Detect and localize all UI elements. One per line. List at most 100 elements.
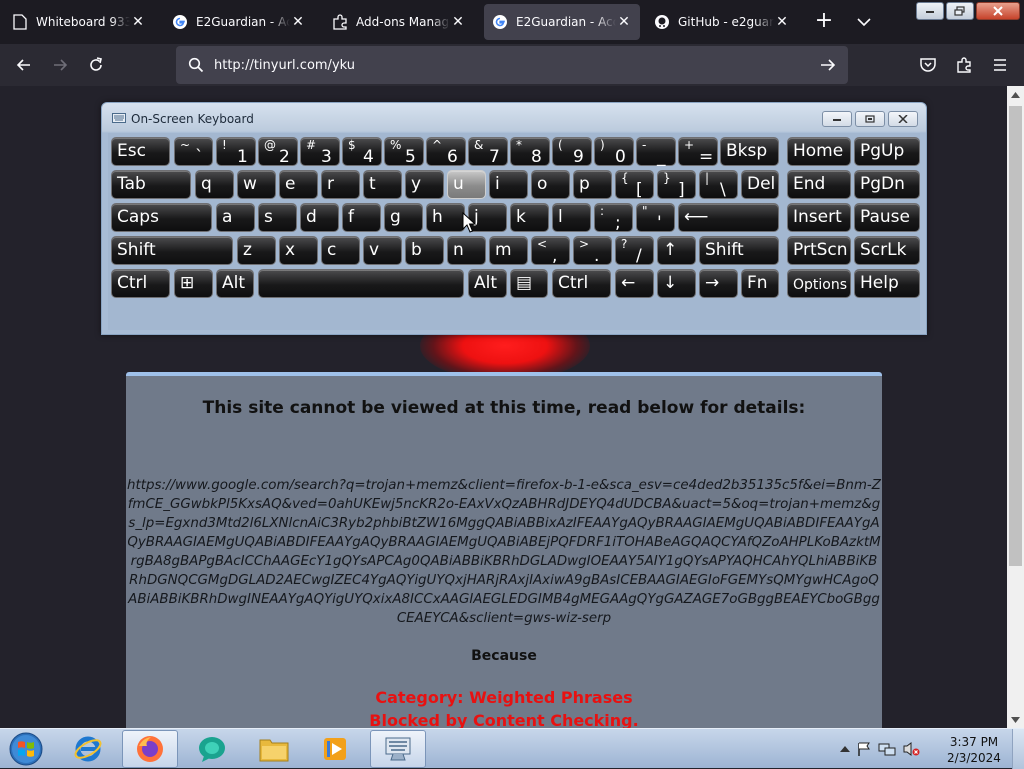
close-tab-icon[interactable]: ✕ <box>290 14 306 30</box>
restore-button[interactable] <box>946 2 974 20</box>
key-1-6[interactable]: y <box>405 170 444 199</box>
menu-button[interactable] <box>988 53 1012 77</box>
close-tab-icon[interactable]: ✕ <box>450 14 466 30</box>
osk-restore-button[interactable] <box>855 111 885 127</box>
key-1-3[interactable]: e <box>279 170 318 199</box>
scroll-down-arrow-icon[interactable] <box>1007 711 1024 728</box>
key-4-8[interactable]: ↓ <box>657 269 696 298</box>
chat-app-taskbar-button[interactable] <box>184 730 240 768</box>
key-2-1[interactable]: a <box>216 203 255 232</box>
key-1-4[interactable]: r <box>321 170 360 199</box>
key-0-1[interactable]: ~ ` <box>174 137 213 166</box>
key-1-5[interactable]: t <box>363 170 402 199</box>
key-4-10[interactable]: Fn <box>741 269 779 298</box>
osk-close-button[interactable] <box>888 111 918 127</box>
key-2-8[interactable]: k <box>510 203 549 232</box>
pocket-button[interactable] <box>916 53 940 77</box>
show-hidden-icons-icon[interactable] <box>840 745 850 753</box>
forward-button[interactable] <box>48 53 72 77</box>
key-3-7[interactable]: m <box>489 236 528 265</box>
key-1-9[interactable]: o <box>531 170 570 199</box>
key-2-6[interactable]: h <box>426 203 465 232</box>
key-0-11[interactable]: ) 0 <box>594 137 634 166</box>
key-3-3[interactable]: c <box>321 236 360 265</box>
key-1-16[interactable]: PgDn <box>854 170 920 199</box>
key-4-4[interactable]: Alt <box>468 269 507 298</box>
key-2-3[interactable]: d <box>300 203 339 232</box>
tab-4[interactable]: E2Guardian - Access✕ <box>484 4 640 40</box>
url-bar[interactable]: http://tinyurl.com/yku <box>176 46 848 84</box>
key-0-4[interactable]: #3 <box>300 137 340 166</box>
key-3-11[interactable]: ↑ <box>657 236 696 265</box>
key-3-4[interactable]: v <box>363 236 402 265</box>
key-3-1[interactable]: z <box>237 236 276 265</box>
key-4-11[interactable]: Options <box>787 269 851 298</box>
key-0-2[interactable]: ! 1 <box>216 137 256 166</box>
key-0-7[interactable]: ^ 6 <box>426 137 466 166</box>
key-0-12[interactable]: - _ <box>636 137 676 166</box>
key-4-3[interactable] <box>258 269 464 298</box>
tab-1[interactable]: Whiteboard 933837✕ <box>4 4 154 40</box>
key-0-13[interactable]: + = <box>678 137 718 166</box>
key-0-9[interactable]: * 8 <box>510 137 550 166</box>
firefox-taskbar-button[interactable] <box>122 730 178 768</box>
key-2-5[interactable]: g <box>384 203 423 232</box>
key-4-2[interactable]: Alt <box>216 269 254 298</box>
list-all-tabs-button[interactable] <box>852 10 876 34</box>
osk-titlebar[interactable]: On-Screen Keyboard <box>102 103 926 133</box>
key-1-2[interactable]: w <box>237 170 276 199</box>
key-4-5[interactable]: ▤ <box>510 269 548 298</box>
reload-button[interactable] <box>84 53 108 77</box>
key-1-14[interactable]: Del <box>741 170 779 199</box>
key-0-5[interactable]: $4 <box>342 137 382 166</box>
key-0-8[interactable]: & 7 <box>468 137 508 166</box>
key-1-13[interactable]: | \ <box>699 170 738 199</box>
close-tab-icon[interactable]: ✕ <box>774 14 790 30</box>
key-4-0[interactable]: Ctrl <box>111 269 170 298</box>
key-1-12[interactable]: }] <box>657 170 696 199</box>
key-1-7[interactable]: u <box>447 170 486 199</box>
key-4-1[interactable]: ⊞ <box>174 269 213 298</box>
close-tab-icon[interactable]: ✕ <box>130 14 146 30</box>
key-4-12[interactable]: Help <box>854 269 920 298</box>
file-explorer-taskbar-button[interactable] <box>246 730 302 768</box>
action-center-flag-icon[interactable] <box>856 741 872 757</box>
scrollbar-thumb[interactable] <box>1009 106 1022 566</box>
volume-muted-icon[interactable] <box>902 741 920 757</box>
minimize-button[interactable] <box>916 2 944 20</box>
key-0-6[interactable]: % 5 <box>384 137 424 166</box>
go-button[interactable] <box>818 55 838 75</box>
close-window-button[interactable] <box>976 2 1020 20</box>
scroll-up-arrow-icon[interactable] <box>1007 86 1024 103</box>
key-3-2[interactable]: x <box>279 236 318 265</box>
key-2-9[interactable]: l <box>552 203 591 232</box>
key-3-6[interactable]: n <box>447 236 486 265</box>
key-2-11[interactable]: " ' <box>636 203 675 232</box>
key-0-0[interactable]: Esc <box>111 137 170 166</box>
key-3-5[interactable]: b <box>405 236 444 265</box>
key-2-13[interactable]: Insert <box>787 203 851 232</box>
key-3-12[interactable]: Shift <box>699 236 779 265</box>
tab-2[interactable]: E2Guardian - Access✕ <box>164 4 314 40</box>
key-2-12[interactable]: ⟵ <box>678 203 779 232</box>
key-0-10[interactable]: (9 <box>552 137 592 166</box>
key-1-8[interactable]: i <box>489 170 528 199</box>
key-2-2[interactable]: s <box>258 203 297 232</box>
key-3-10[interactable]: ? / <box>615 236 654 265</box>
show-desktop-button[interactable] <box>1012 729 1024 769</box>
key-0-3[interactable]: @2 <box>258 137 298 166</box>
key-1-15[interactable]: End <box>787 170 851 199</box>
taskbar-clock[interactable]: 3:37 PM 2/3/2024 <box>940 734 1008 766</box>
key-2-10[interactable]: :; <box>594 203 633 232</box>
key-0-14[interactable]: Bksp <box>720 137 779 166</box>
media-player-taskbar-button[interactable] <box>308 730 364 768</box>
key-1-11[interactable]: {[ <box>615 170 654 199</box>
on-screen-keyboard-taskbar-button[interactable] <box>370 730 426 768</box>
tab-3[interactable]: Add-ons Manager✕ <box>324 4 474 40</box>
key-0-15[interactable]: Home <box>787 137 851 166</box>
key-3-14[interactable]: ScrLk <box>854 236 920 265</box>
close-tab-icon[interactable]: ✕ <box>616 14 632 30</box>
key-1-0[interactable]: Tab <box>111 170 191 199</box>
vertical-scrollbar[interactable] <box>1007 86 1024 728</box>
key-2-14[interactable]: Pause <box>854 203 920 232</box>
